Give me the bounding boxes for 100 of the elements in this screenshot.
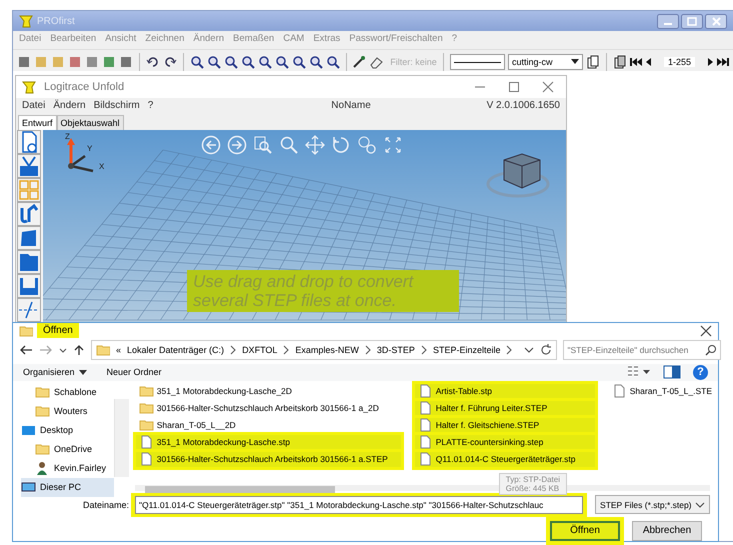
file-icon xyxy=(418,435,433,450)
zoom-icon[interactable] xyxy=(308,55,323,69)
file-item[interactable]: Sharan_T-05_L__2D xyxy=(136,418,401,433)
document-name: NoName xyxy=(331,100,371,111)
breadcrumb-item[interactable]: DXFTOL xyxy=(242,344,278,355)
app-logo-icon xyxy=(19,14,33,28)
search-field[interactable]: "STEP-Einzelteile" durchsuchen xyxy=(563,340,722,360)
desktop-icon xyxy=(21,423,36,438)
folder-icon[interactable] xyxy=(17,250,41,274)
line-style-preview[interactable] xyxy=(450,54,505,70)
new-document-icon[interactable] xyxy=(17,130,41,154)
file-item[interactable]: 351_1 Motorabdeckung-Lasche_2D xyxy=(136,384,401,399)
menu-item[interactable]: ? xyxy=(148,100,154,111)
first-page-icon[interactable] xyxy=(630,57,642,67)
zoom-window-icon[interactable] xyxy=(253,135,273,155)
navigation-item[interactable]: Desktop xyxy=(21,420,114,440)
file-item[interactable]: PLATTE-countersinking.step xyxy=(414,434,595,450)
view-mode-icon[interactable] xyxy=(357,135,377,155)
file-item[interactable]: Halter f. Führung Leiter.STEP xyxy=(414,400,595,416)
scrollbar[interactable] xyxy=(114,398,129,477)
refresh-icon[interactable] xyxy=(540,344,552,356)
help-button[interactable]: ? xyxy=(693,364,708,380)
scrollbar-thumb[interactable] xyxy=(145,486,335,493)
close-icon[interactable] xyxy=(700,324,712,337)
zoom-icon[interactable] xyxy=(224,55,238,69)
folder-icon xyxy=(138,418,154,432)
zoom-icon[interactable] xyxy=(326,55,340,69)
maximize-icon[interactable] xyxy=(681,14,703,28)
zoom-icon[interactable] xyxy=(292,55,306,69)
line-style-dropdown[interactable]: cutting-cw xyxy=(508,54,584,70)
breadcrumb-item[interactable]: Examples-NEW xyxy=(295,344,359,355)
pages-icon[interactable] xyxy=(612,55,627,69)
axis-label: Z xyxy=(65,132,70,141)
navigation-item[interactable]: Schablone xyxy=(21,382,114,402)
eyedropper-icon[interactable] xyxy=(352,55,366,69)
copy-icon[interactable] xyxy=(586,55,600,69)
zoom-icon[interactable] xyxy=(190,55,204,69)
toolbar-icon[interactable] xyxy=(102,55,116,69)
filename-field[interactable]: "Q11.01.014-C Steuergeräteträger.stp" "351_1 Motorabdeckung-Lasche.stp" "301566-Halter-Schutzschlauc xyxy=(135,496,584,514)
eraser-icon[interactable] xyxy=(369,55,384,69)
toolbar-icon[interactable] xyxy=(119,55,133,69)
breadcrumb-item[interactable]: « xyxy=(116,344,122,355)
tab[interactable]: Entwurf xyxy=(18,115,57,130)
back-arrow-icon[interactable] xyxy=(19,344,33,356)
file-item[interactable]: Sharan_T-05_L_.STE xyxy=(608,384,715,399)
axis-label: Y xyxy=(87,144,92,153)
next-page-icon[interactable] xyxy=(706,57,714,67)
breadcrumb-item[interactable]: 3D-STEP xyxy=(376,344,415,355)
new-folder-button[interactable]: Neuer Ordner xyxy=(106,367,162,378)
save-icon[interactable] xyxy=(17,274,41,298)
file-type-dropdown[interactable]: STEP Files (*.stp;*.step) xyxy=(595,495,710,514)
chevron-right-icon xyxy=(230,344,236,355)
zoom-icon[interactable] xyxy=(206,55,221,69)
breadcrumb-item[interactable]: Lokaler Datenträger (C:) xyxy=(127,344,224,355)
move-icon[interactable] xyxy=(305,135,325,155)
last-page-icon[interactable] xyxy=(717,57,729,67)
file-item[interactable]: Artist-Table.stp xyxy=(414,384,595,399)
version-label: V 2.0.1006.1650 xyxy=(486,100,560,111)
navigation-item[interactable]: Dieser PC xyxy=(21,478,114,497)
bend-icon[interactable] xyxy=(17,154,41,178)
organize-button[interactable]: Organisieren xyxy=(23,367,87,378)
back-icon[interactable] xyxy=(201,135,221,155)
toolbar-icon[interactable] xyxy=(68,55,82,69)
menu-item[interactable]: Bildschirm xyxy=(94,100,140,111)
menu-item[interactable]: Ändern xyxy=(53,100,86,111)
page-range: 1-255 xyxy=(664,57,695,67)
minimize-icon[interactable] xyxy=(657,14,679,28)
navigation-item[interactable]: OneDrive xyxy=(21,440,114,459)
zoom-icon[interactable] xyxy=(274,55,289,69)
redo-icon[interactable] xyxy=(162,55,177,69)
rotate-icon[interactable] xyxy=(331,135,351,155)
toolbar-icon[interactable] xyxy=(17,55,31,69)
search-icon[interactable] xyxy=(279,135,299,155)
chevron-right-icon xyxy=(420,344,427,355)
navigation-item[interactable]: Wouters xyxy=(21,402,114,421)
tab[interactable]: Objektauswahl xyxy=(56,115,124,130)
breadcrumb-item[interactable]: STEP-Einzelteile xyxy=(432,344,500,355)
file-item[interactable]: 301566-Halter-Schutzschlauch Arbeitskorb 301566-1 a.STEP xyxy=(136,452,401,467)
navigation-item[interactable]: Kevin.Fairley xyxy=(21,458,114,478)
toolbar-icon[interactable] xyxy=(85,55,99,69)
file-item[interactable]: 351_1 Motorabdeckung-Lasche.stp xyxy=(136,434,401,450)
maximize-icon[interactable] xyxy=(508,81,520,93)
undo-icon[interactable] xyxy=(146,55,160,69)
preview-pane-icon[interactable] xyxy=(663,365,681,380)
zoom-icon[interactable] xyxy=(258,55,272,69)
file-item[interactable]: Q11.01.014-C Steuergeräteträger.stp xyxy=(414,452,595,467)
forward-icon[interactable] xyxy=(227,135,247,155)
shape-icon[interactable] xyxy=(17,226,41,250)
file-item[interactable]: Halter f. Gleitschiene.STEP xyxy=(414,418,595,433)
zoom-icon[interactable] xyxy=(240,55,255,69)
menu-item[interactable]: Datei xyxy=(22,100,46,111)
close-icon[interactable] xyxy=(542,81,554,93)
dialog-title: Öffnen xyxy=(37,323,79,338)
file-icon xyxy=(612,384,627,398)
address-bar[interactable]: « Lokaler Datenträger (C:) DXFTOL Examples-NEW 3D-STEP STEP-Einzelteile xyxy=(91,340,558,360)
fullscreen-icon[interactable] xyxy=(383,135,403,155)
up-arrow-icon[interactable] xyxy=(73,344,85,356)
cancel-button[interactable]: Abbrechen xyxy=(632,520,702,541)
previous-page-icon[interactable] xyxy=(644,57,653,67)
file-item[interactable]: 301566-Halter-Schutzschlauch Arbeitskorb 301566-1 a_2D xyxy=(136,400,401,416)
